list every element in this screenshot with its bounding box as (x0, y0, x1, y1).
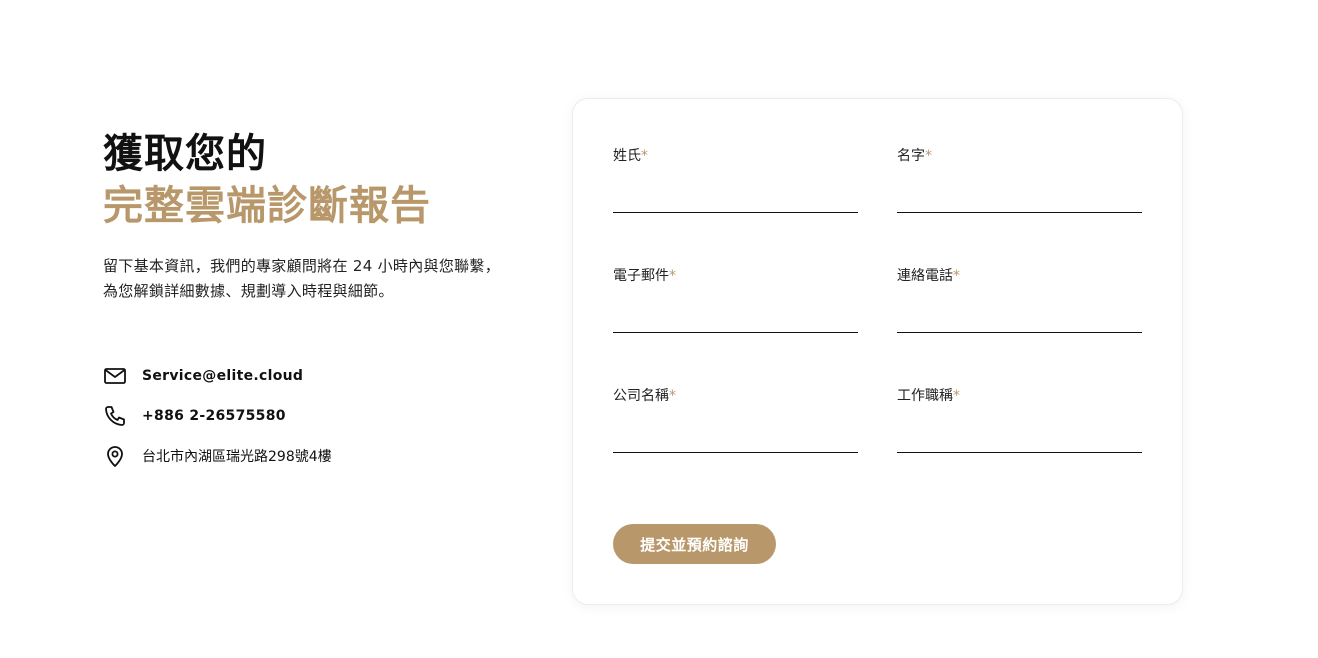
required-mark: * (953, 268, 960, 284)
contact-address-row: 台北市內湖區瑞光路298號4樓 (103, 436, 523, 476)
first-name-label-text: 名字 (897, 148, 925, 164)
info-section: 獲取您的 完整雲端診斷報告 留下基本資訊，我們的專家顧問將在 24 小時內與您聯… (103, 128, 523, 476)
job-title-field: 工作職稱* (897, 385, 1142, 453)
consultation-form: 姓氏* 名字* 電子郵件* 連絡電話* 公司名稱* 工作職稱* 提交並預約諮詢 (572, 98, 1183, 605)
last-name-label-text: 姓氏 (613, 148, 641, 164)
contact-email-link[interactable]: Service@elite.cloud (142, 368, 303, 384)
last-name-field: 姓氏* (613, 145, 858, 213)
job-title-label: 工作職稱* (897, 388, 960, 404)
contact-list: Service@elite.cloud +886 2-26575580 台北市內… (103, 356, 523, 476)
submit-button[interactable]: 提交並預約諮詢 (613, 524, 776, 564)
required-mark: * (669, 268, 676, 284)
phone-label-text: 連絡電話 (897, 268, 953, 284)
last-name-input[interactable] (613, 195, 858, 213)
company-input[interactable] (613, 435, 858, 453)
contact-phone-row: +886 2-26575580 (103, 396, 523, 436)
last-name-label: 姓氏* (613, 148, 648, 164)
first-name-label: 名字* (897, 148, 932, 164)
contact-address: 台北市內湖區瑞光路298號4樓 (142, 449, 332, 465)
phone-icon (103, 404, 127, 428)
email-label: 電子郵件* (613, 268, 676, 284)
required-mark: * (641, 148, 648, 164)
phone-label: 連絡電話* (897, 268, 960, 284)
company-label: 公司名稱* (613, 388, 676, 404)
job-title-label-text: 工作職稱 (897, 388, 953, 404)
page-subtitle: 完整雲端診斷報告 (103, 183, 431, 229)
intro-description: 留下基本資訊，我們的專家顧問將在 24 小時內與您聯繫，為您解鎖詳細數據、規劃導… (103, 257, 501, 300)
email-field: 電子郵件* (613, 265, 858, 333)
first-name-field: 名字* (897, 145, 1142, 213)
company-field: 公司名稱* (613, 385, 858, 453)
company-label-text: 公司名稱 (613, 388, 669, 404)
contact-email-row: Service@elite.cloud (103, 356, 523, 396)
first-name-input[interactable] (897, 195, 1142, 213)
phone-input[interactable] (897, 315, 1142, 333)
mail-icon (103, 364, 127, 388)
required-mark: * (669, 388, 676, 404)
contact-phone-link[interactable]: +886 2-26575580 (142, 408, 286, 424)
location-pin-icon (103, 444, 127, 468)
email-label-text: 電子郵件 (613, 268, 669, 284)
contact-page: 獲取您的 完整雲端診斷報告 留下基本資訊，我們的專家顧問將在 24 小時內與您聯… (0, 0, 1318, 658)
required-mark: * (925, 148, 932, 164)
job-title-input[interactable] (897, 435, 1142, 453)
required-mark: * (953, 388, 960, 404)
email-input[interactable] (613, 315, 858, 333)
page-title: 獲取您的 (103, 131, 267, 177)
phone-field: 連絡電話* (897, 265, 1142, 333)
